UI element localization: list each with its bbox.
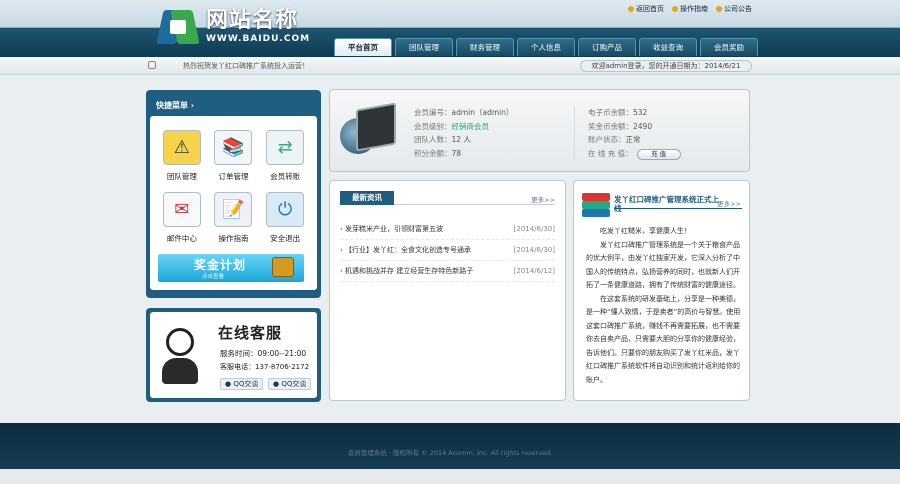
qq-chat-button[interactable]: ● QQ交谈 [220, 378, 264, 390]
monitor-globe-icon [338, 100, 400, 164]
traffic-sign-icon: ⚠ [162, 130, 201, 165]
footer-copyright: 会员管理系统 · 版权所有 © 2014 Acomm, Inc. All rig… [347, 449, 553, 457]
notepad-icon: 📝 [214, 192, 253, 227]
header: 网站名称 WWW.BAIDU.COM 返回首页 操作指南 公司公告 平台首页 团… [0, 0, 900, 57]
speaker-icon [148, 61, 156, 69]
intro-panel: 发丫红口碑推广管理系统正式上线 更多>> 吃发丫红糙米，享健康人生！ 发丫红口碑… [573, 180, 750, 401]
news-item[interactable]: 【行业】发丫红：全食文化创造专号通承[2014/6/30] [340, 240, 555, 261]
power-icon: ⏻ [266, 192, 305, 227]
support-phone: 客服电话：137-8706-2172 [220, 363, 310, 371]
qq-chat-button-2[interactable]: ● QQ交谈 [268, 378, 312, 390]
notice-icon [716, 6, 722, 12]
member-info-left: 会员编号：admin（admin） 会员级别：经销商会员 团队人数：12 人 积… [414, 108, 514, 158]
tab-profile[interactable]: 个人信息 [517, 38, 575, 56]
bottom-strip [0, 469, 900, 484]
quick-logout[interactable]: ⏻ 安全退出 [259, 192, 311, 244]
treasure-chest-icon [272, 257, 294, 277]
quick-menu-title: 快捷菜单 › [156, 101, 195, 110]
quick-transfer[interactable]: ⇄ 会员转账 [259, 130, 311, 182]
member-info-right: 电子币余额：532 奖金币余额：2490 账户状态：正常 在 线 充 值：充 值 [588, 106, 681, 160]
news-title: 最新资讯 [340, 191, 394, 205]
top-link-notice[interactable]: 公司公告 [716, 4, 752, 14]
top-links: 返回首页 操作指南 公司公告 [628, 4, 752, 14]
logo-mark-icon [156, 8, 200, 46]
top-link-guide[interactable]: 操作指南 [672, 4, 708, 14]
envelope-icon: ✉ [162, 192, 201, 227]
intro-body: 吃发丫红糙米，享健康人生！ 发丫红口碑推广管理系统是一个关于粮食产品的优大例平，… [586, 227, 741, 384]
qq-icon: ● [273, 380, 280, 388]
intro-more-link[interactable]: 更多>> [717, 198, 741, 208]
bonus-sub: 点击查看 [202, 274, 225, 280]
quick-guide[interactable]: 📝 操作指南 [208, 192, 260, 244]
logo-url: WWW.BAIDU.COM [206, 34, 311, 44]
ticker-message: 热烈祝贺发丫红口碑推广系统投入运营！ [183, 62, 309, 70]
tab-home[interactable]: 平台首页 [334, 38, 392, 56]
bonus-title: 奖金计划 [194, 258, 247, 272]
news-item[interactable]: 机遇和挑战并存 建立经营生存特色新路子[2014/6/12] [340, 261, 555, 282]
support-hours: 服务时间：09:00--21:00 [220, 349, 307, 358]
tab-earnings[interactable]: 收益查询 [639, 38, 697, 56]
tab-finance[interactable]: 财务管理 [456, 38, 514, 56]
quick-menu-panel: 快捷菜单 › ⚠ 团队管理 📚 订单管理 ⇄ 会员转账 ✉ 邮件中心 📝 操作指南 ⏻ 安全… [146, 90, 321, 298]
books-icon [582, 189, 612, 219]
tab-rewards[interactable]: 会员奖励 [700, 38, 758, 56]
footer: 会员管理系统 · 版权所有 © 2014 Acomm, Inc. All rig… [0, 423, 900, 469]
logo[interactable]: 网站名称 WWW.BAIDU.COM [156, 8, 311, 46]
recharge-button[interactable]: 充 值 [636, 148, 681, 160]
news-item[interactable]: 发芽糕米产业，引领财富第五波[2014/6/30] [340, 219, 555, 240]
quick-orders[interactable]: 📚 订单管理 [208, 130, 260, 182]
books-icon: 📚 [214, 130, 253, 165]
news-more-link[interactable]: 更多>> [531, 194, 555, 204]
quick-team[interactable]: ⚠ 团队管理 [156, 130, 208, 182]
logo-name: 网站名称 [206, 8, 299, 33]
qq-icon: ● [225, 380, 232, 388]
tab-order[interactable]: 订购产品 [578, 38, 636, 56]
quick-mail[interactable]: ✉ 邮件中心 [156, 192, 208, 244]
welcome-text: 欢迎admin登录，您的开通日期为：2014/6/21 [580, 60, 752, 72]
support-panel: 在线客服 服务时间：09:00--21:00 客服电话：137-8706-217… [146, 308, 321, 402]
top-link-home[interactable]: 返回首页 [628, 4, 664, 14]
tab-team[interactable]: 团队管理 [395, 38, 453, 56]
support-title: 在线客服 [218, 324, 283, 342]
bonus-plan-banner[interactable]: 奖金计划 点击查看 [158, 254, 304, 282]
help-icon [672, 6, 678, 12]
transfer-arrows-icon: ⇄ [266, 130, 305, 165]
member-info-panel: 会员编号：admin（admin） 会员级别：经销商会员 团队人数：12 人 积… [329, 89, 750, 172]
speaker-icon [628, 6, 634, 12]
news-panel: 最新资讯 更多>> 发芽糕米产业，引领财富第五波[2014/6/30] 【行业】… [329, 180, 566, 401]
headset-avatar-icon [160, 328, 200, 386]
ticker-bar: 热烈祝贺发丫红口碑推广系统投入运营！ 欢迎admin登录，您的开通日期为：201… [0, 57, 900, 75]
main-nav: 平台首页 团队管理 财务管理 个人信息 订购产品 收益查询 会员奖励 [334, 38, 758, 56]
intro-title[interactable]: 发丫红口碑推广管理系统正式上线 [614, 195, 722, 213]
